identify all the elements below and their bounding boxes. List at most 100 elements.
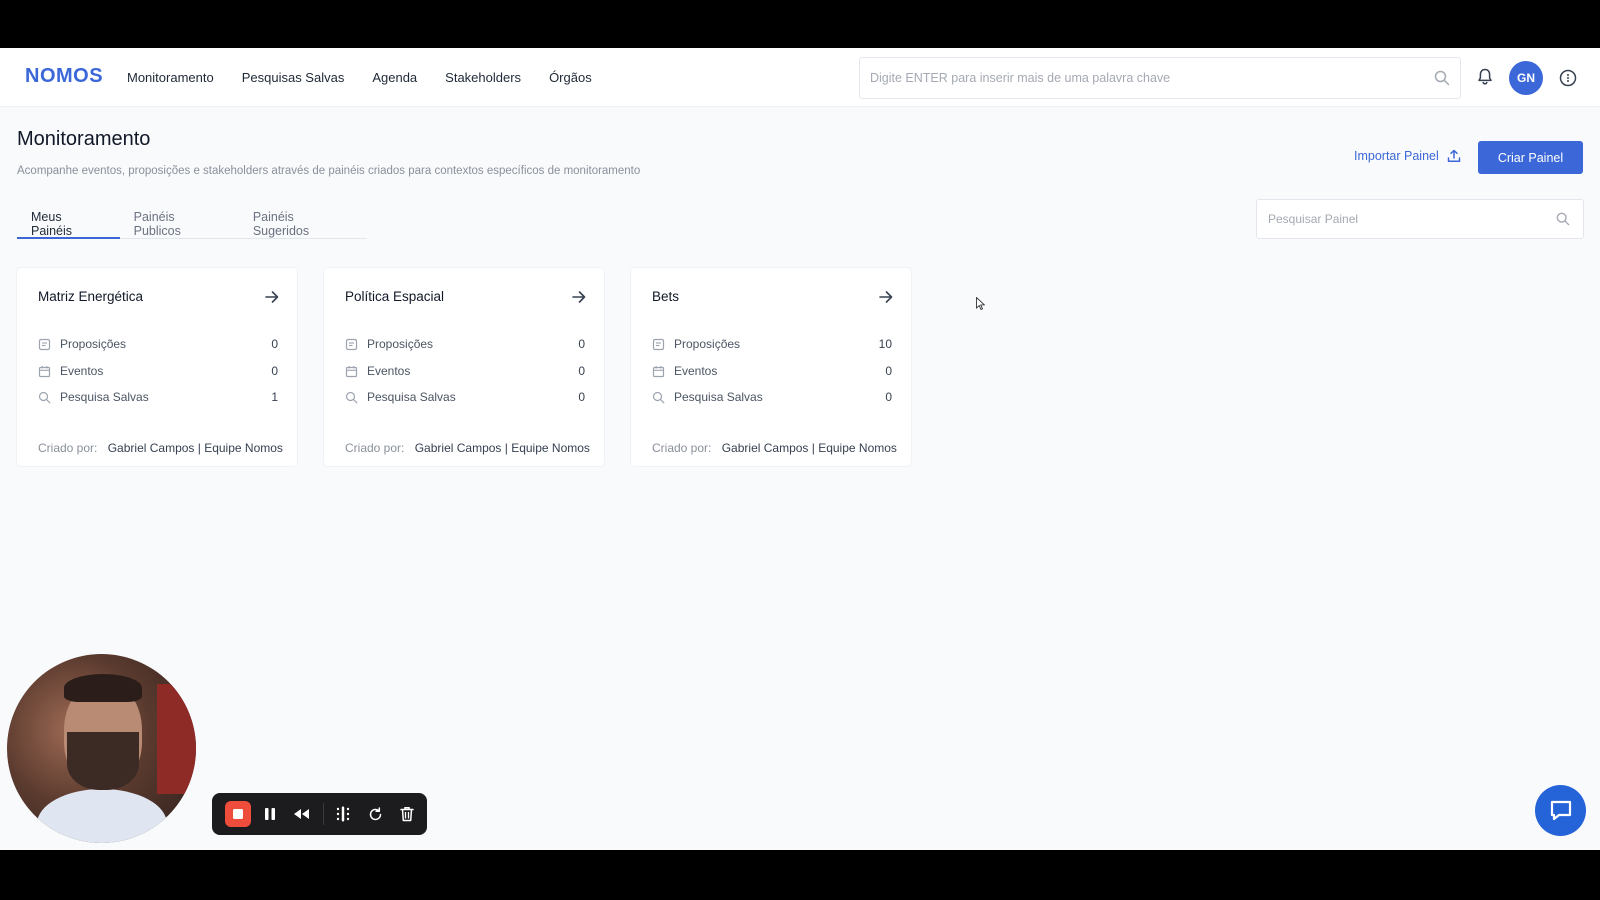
stat-row-proposicoes: Proposições 0: [345, 335, 585, 353]
restart-recording-button[interactable]: [362, 801, 388, 827]
global-search-input[interactable]: [860, 58, 1400, 98]
tab-paineis-sugeridos[interactable]: Painéis Sugeridos: [239, 198, 367, 239]
restart-icon: [369, 806, 381, 820]
stop-recording-button[interactable]: [225, 801, 251, 827]
creator-label: Criado por:: [38, 441, 98, 455]
stat-value: 0: [578, 337, 585, 351]
stat-value: 0: [885, 390, 892, 404]
creator-name: Gabriel Campos | Equipe Nomos: [721, 441, 897, 455]
stat-label: Eventos: [367, 364, 411, 378]
search-icon[interactable]: [1556, 212, 1570, 231]
webcam-shirt: [37, 789, 167, 843]
arrow-right-icon[interactable]: [571, 289, 587, 310]
stat-value: 0: [271, 364, 278, 378]
arrow-right-icon[interactable]: [264, 289, 280, 310]
panel-card-title: Matriz Energética: [38, 289, 144, 304]
stat-label: Pesquisa Salvas: [367, 390, 456, 404]
import-panel-label: Importar Painel: [1354, 149, 1439, 163]
panel-search-box: [1256, 199, 1584, 239]
letterbox-bottom: [0, 850, 1600, 900]
nomos-logo[interactable]: NOMOS: [25, 65, 103, 88]
page-subtitle: Acompanhe eventos, proposições e stakeho…: [17, 165, 641, 177]
nav-pesquisas-salvas[interactable]: Pesquisas Salvas: [242, 70, 345, 85]
stat-value: 0: [885, 364, 892, 378]
stat-row-proposicoes: Proposições 10: [652, 335, 892, 353]
document-icon: [345, 338, 358, 350]
panel-creator: Criado por: Gabriel Campos | Equipe Nomo…: [38, 441, 283, 455]
mouse-cursor-icon: [976, 296, 986, 315]
panel-creator: Criado por: Gabriel Campos | Equipe Nomo…: [345, 441, 590, 455]
page-title: Monitoramento: [17, 128, 151, 150]
panel-card-title: Política Espacial: [345, 289, 445, 304]
panel-card[interactable]: Bets Proposições 10 Eventos 0 Pesquisa S…: [631, 268, 911, 466]
nav-monitoramento[interactable]: Monitoramento: [127, 70, 214, 85]
more-options-icon[interactable]: [1559, 69, 1577, 92]
toolbar-divider: [323, 803, 324, 825]
stat-label: Proposições: [674, 337, 741, 351]
notification-bell-icon[interactable]: [1477, 68, 1493, 91]
search-icon[interactable]: [1434, 70, 1450, 91]
stat-value: 0: [578, 364, 585, 378]
search-icon: [38, 391, 51, 403]
document-icon: [38, 338, 51, 350]
delete-recording-button[interactable]: [394, 801, 420, 827]
grid-dots-icon: [336, 806, 350, 822]
nav-orgaos[interactable]: Órgãos: [549, 70, 592, 85]
creator-name: Gabriel Campos | Equipe Nomos: [107, 441, 283, 455]
stat-value: 0: [578, 390, 585, 404]
chat-widget-button[interactable]: [1535, 785, 1586, 836]
stat-label: Eventos: [60, 364, 104, 378]
upload-icon: [1447, 149, 1461, 162]
trash-icon: [400, 807, 414, 822]
stat-row-eventos: Eventos 0: [38, 362, 278, 380]
rewind-icon: [294, 809, 309, 819]
stat-row-pesquisa-salvas: Pesquisa Salvas 1: [38, 388, 278, 406]
calendar-icon: [652, 365, 665, 377]
draw-tool-button[interactable]: [330, 801, 356, 827]
create-panel-button[interactable]: Criar Painel: [1478, 141, 1583, 174]
user-avatar[interactable]: GN: [1509, 61, 1543, 95]
global-search-box: [859, 57, 1461, 99]
app-window: NOMOS Monitoramento Pesquisas Salvas Age…: [0, 48, 1600, 850]
stat-value: 1: [271, 390, 278, 404]
import-panel-button[interactable]: Importar Painel: [1354, 149, 1461, 163]
main-nav: Monitoramento Pesquisas Salvas Agenda St…: [127, 48, 620, 107]
stat-label: Eventos: [674, 364, 718, 378]
nav-agenda[interactable]: Agenda: [372, 70, 417, 85]
stat-row-pesquisa-salvas: Pesquisa Salvas 0: [652, 388, 892, 406]
chat-icon: [1550, 800, 1571, 820]
stat-label: Pesquisa Salvas: [674, 390, 763, 404]
panel-card[interactable]: Matriz Energética Proposições 0 Eventos …: [17, 268, 297, 466]
arrow-right-icon[interactable]: [878, 289, 894, 310]
panel-card[interactable]: Política Espacial Proposições 0 Eventos …: [324, 268, 604, 466]
stat-row-eventos: Eventos 0: [652, 362, 892, 380]
search-icon: [345, 391, 358, 403]
pause-recording-button[interactable]: [257, 801, 283, 827]
webcam-hair: [64, 674, 142, 702]
stat-row-pesquisa-salvas: Pesquisa Salvas 0: [345, 388, 585, 406]
top-navbar: NOMOS Monitoramento Pesquisas Salvas Age…: [0, 48, 1600, 107]
stop-icon: [233, 809, 243, 819]
webcam-background: [157, 684, 196, 794]
webcam-preview: [7, 654, 196, 843]
panel-creator: Criado por: Gabriel Campos | Equipe Nomo…: [652, 441, 897, 455]
panel-search-input[interactable]: [1257, 200, 1537, 238]
stat-value: 0: [271, 337, 278, 351]
tab-meus-paineis[interactable]: Meus Painéis: [17, 198, 120, 239]
recording-toolbar: [212, 793, 427, 835]
creator-label: Criado por:: [345, 441, 405, 455]
stat-row-eventos: Eventos 0: [345, 362, 585, 380]
letterbox-top: [0, 0, 1600, 48]
stat-value: 10: [878, 337, 892, 351]
panel-tabs: Meus Painéis Painéis Publicos Painéis Su…: [17, 198, 367, 239]
webcam-beard: [67, 732, 139, 790]
stat-label: Proposições: [367, 337, 434, 351]
search-icon: [652, 391, 665, 403]
creator-label: Criado por:: [652, 441, 712, 455]
pause-icon: [265, 808, 275, 820]
nav-stakeholders[interactable]: Stakeholders: [445, 70, 521, 85]
stat-label: Pesquisa Salvas: [60, 390, 149, 404]
rewind-button[interactable]: [289, 801, 315, 827]
panel-card-title: Bets: [652, 289, 680, 304]
tab-paineis-publicos[interactable]: Painéis Publicos: [120, 198, 239, 239]
